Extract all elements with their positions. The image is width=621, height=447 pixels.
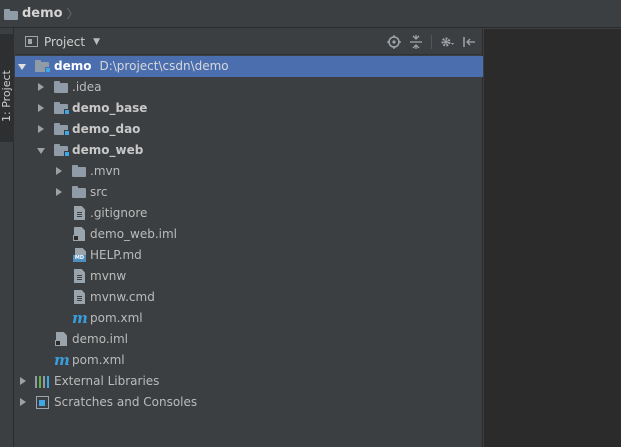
tree-node-label: pom.xml	[72, 353, 125, 367]
tree-node-label: demo_dao	[72, 122, 141, 136]
project-panel: Project ▼ demo D:\project\csdn\demo .ide…	[15, 29, 483, 447]
tree-node-mvn[interactable]: .mvn	[15, 161, 483, 182]
tree-node-label: Scratches and Consoles	[54, 395, 198, 409]
tree-node-label: mvnw	[90, 269, 127, 283]
library-icon	[35, 375, 49, 388]
tree-node-mvnw-cmd[interactable]: mvnw.cmd	[15, 287, 483, 308]
module-path: D:\project\csdn\demo	[99, 59, 229, 73]
project-view-selector[interactable]: Project	[44, 35, 85, 49]
tree-node-demo[interactable]: demo D:\project\csdn\demo	[15, 56, 483, 77]
chevron-down-icon[interactable]: ▼	[93, 37, 100, 47]
left-tool-strip: 1: Project	[0, 28, 14, 447]
tree-node-src[interactable]: src	[15, 182, 483, 203]
tree-node-label: pom.xml	[90, 311, 143, 325]
scratches-icon	[36, 396, 49, 409]
chevron-right-icon[interactable]	[18, 397, 28, 407]
module-folder-icon	[54, 102, 70, 115]
tree-node-label: HELP.md	[90, 248, 142, 262]
hide-panel-icon[interactable]	[462, 35, 476, 49]
tree-node-label: demo_web	[72, 143, 144, 157]
maven-icon: m	[72, 309, 88, 327]
tree-node-gitignore[interactable]: .gitignore	[15, 203, 483, 224]
folder-icon	[54, 81, 69, 93]
tree-node-external-libraries[interactable]: External Libraries	[15, 371, 483, 392]
chevron-right-icon[interactable]	[54, 166, 64, 176]
tree-node-label: demo_base	[72, 101, 148, 115]
tree-node-mvnw[interactable]: mvnw	[15, 266, 483, 287]
project-tool-tab[interactable]: 1: Project	[0, 34, 14, 142]
chevron-right-icon: 〉	[66, 7, 79, 21]
tree-node-label: .gitignore	[90, 206, 148, 220]
tree-node-demo-web-iml[interactable]: demo_web.iml	[15, 224, 483, 245]
tree-node-help-md[interactable]: MD HELP.md	[15, 245, 483, 266]
tree-node-label: demo.iml	[72, 332, 128, 346]
tree-node-idea[interactable]: .idea	[15, 77, 483, 98]
chevron-right-icon[interactable]	[36, 103, 46, 113]
folder-icon	[4, 8, 19, 20]
collapse-all-icon[interactable]	[409, 35, 423, 49]
module-folder-icon	[54, 144, 70, 157]
panel-toolbar	[387, 29, 476, 55]
gear-icon[interactable]	[440, 35, 454, 49]
chevron-right-icon[interactable]	[18, 376, 28, 386]
breadcrumb-project[interactable]: demo	[22, 6, 63, 21]
chevron-right-icon[interactable]	[54, 187, 64, 197]
tree-node-label: .idea	[72, 80, 102, 94]
chevron-down-icon[interactable]	[18, 61, 28, 71]
tree-node-label: src	[90, 185, 108, 199]
tree-node-scratches[interactable]: Scratches and Consoles	[15, 392, 483, 413]
target-icon[interactable]	[387, 35, 401, 49]
project-panel-header: Project ▼	[15, 29, 482, 55]
folder-icon	[72, 186, 87, 198]
navigation-bar: demo 〉	[0, 0, 621, 28]
project-tool-tab-label: 1: Project	[0, 70, 13, 122]
chevron-right-icon[interactable]	[36, 82, 46, 92]
tree-node-label: .mvn	[90, 164, 121, 178]
maven-icon: m	[54, 351, 70, 369]
tree-node-demo-iml[interactable]: demo.iml	[15, 329, 483, 350]
chevron-right-icon[interactable]	[36, 124, 46, 134]
folder-icon	[72, 165, 87, 177]
module-folder-icon	[54, 123, 70, 136]
tree-node-demo-dao[interactable]: demo_dao	[15, 119, 483, 140]
tree-node-label: mvnw.cmd	[90, 290, 155, 304]
tree-node-demo-base[interactable]: demo_base	[15, 98, 483, 119]
module-folder-icon	[35, 60, 51, 73]
project-view-icon	[25, 36, 38, 47]
project-tree: demo D:\project\csdn\demo .idea demo_base…	[15, 56, 483, 413]
toolbar-separator	[431, 35, 432, 49]
tree-node-label: External Libraries	[54, 374, 160, 388]
tree-node-root-pom[interactable]: m pom.xml	[15, 350, 483, 371]
tree-node-demo-web[interactable]: demo_web	[15, 140, 483, 161]
tree-node-label: demo_web.iml	[90, 227, 178, 241]
tree-node-web-pom[interactable]: m pom.xml	[15, 308, 483, 329]
editor-area[interactable]	[484, 29, 621, 447]
tree-node-label: demo D:\project\csdn\demo	[54, 59, 229, 73]
chevron-down-icon[interactable]	[37, 145, 47, 155]
